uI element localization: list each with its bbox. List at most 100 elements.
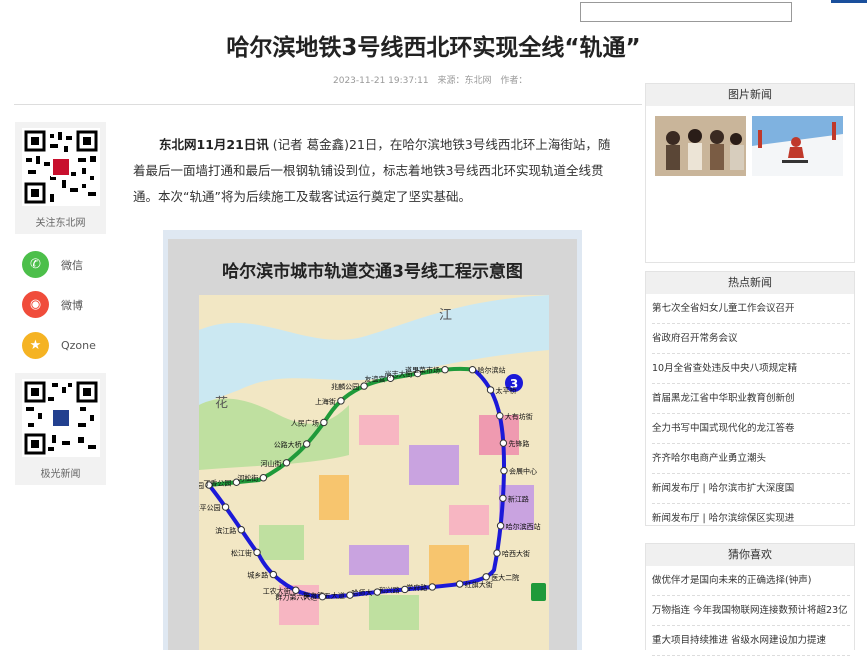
station-label: 大有坊街 — [505, 412, 533, 421]
station-marker — [441, 366, 449, 374]
share-wechat-button[interactable]: ✆ 微信 — [22, 251, 83, 278]
station-label: 上海街 — [315, 397, 336, 406]
divider — [14, 104, 642, 105]
station-marker — [496, 522, 505, 530]
hot-news-item[interactable]: 10月全省查处违反中央八项规定精 — [652, 354, 850, 384]
station-label: 新江路 — [508, 494, 529, 503]
recommend-item[interactable]: 万物指连 今年我国物联网连接数预计将超23亿 — [652, 596, 850, 626]
follow-caption: 关注东北网 — [35, 218, 86, 229]
station-marker — [221, 503, 230, 511]
station-label: 公路大桥 — [274, 440, 302, 449]
hot-news-item[interactable]: 第七次全省妇女儿童工作会议召开 — [652, 294, 850, 324]
station-marker — [259, 474, 268, 482]
wechat-icon: ✆ — [22, 251, 49, 278]
article-body: 东北网11月21日讯 (记者 葛金鑫)21日，在哈尔滨地铁3号线西北环上海街站，… — [133, 132, 613, 210]
station-marker — [496, 412, 504, 420]
station-label: 红旗大街 — [465, 580, 493, 589]
station-marker — [269, 570, 278, 579]
article-figure[interactable]: 哈尔滨市城市轨道交通3号线工程示意图 江 花 3 园 丁香公园 河松街 河山街 … — [163, 230, 582, 650]
station-marker — [282, 459, 291, 467]
station-marker — [401, 585, 409, 594]
share-label: 微信 — [61, 258, 83, 272]
station-label: 会展中心 — [509, 467, 537, 476]
share-weibo-button[interactable]: ◉ 微博 — [22, 291, 83, 318]
station-label: 人民广场 — [291, 418, 319, 427]
station-marker — [456, 580, 464, 588]
station-label: 哈西大街 — [502, 549, 530, 558]
train-depot-icon — [531, 583, 546, 601]
station-label: 先锋路 — [508, 439, 529, 448]
river-label: 江 — [439, 308, 452, 323]
station-label: 太平桥 — [496, 386, 517, 395]
station-marker — [499, 439, 508, 447]
follow-qr-card: 关注东北网 — [15, 122, 106, 234]
hot-news-item[interactable]: 省政府召开常务会议 — [652, 324, 850, 354]
station-label: 道里菜市场 — [405, 366, 440, 375]
station-marker — [302, 440, 311, 448]
app-caption: 极光新闻 — [40, 469, 81, 480]
station-marker — [346, 591, 354, 599]
station-marker — [253, 548, 261, 557]
article-source: 来源：东北网 — [437, 76, 492, 86]
station-marker — [428, 583, 436, 591]
hot-news-item[interactable]: 首届黑龙江省中华职业教育创新创 — [652, 384, 850, 414]
station-marker — [500, 467, 508, 475]
station-label: 丁香公园 — [203, 478, 231, 487]
station-marker — [468, 366, 477, 374]
station-label: 兆麟公园 — [331, 382, 359, 391]
station-marker — [292, 586, 300, 594]
weibo-icon: ◉ — [22, 291, 49, 318]
hot-news-item[interactable]: 全力书写中国式现代化的龙江答卷 — [652, 414, 850, 444]
station-label: 哈尔滨站 — [477, 366, 505, 375]
station-label: 滨江路 — [215, 526, 236, 535]
photo-news-image[interactable] — [655, 116, 746, 176]
recommend-item[interactable]: 做优伴才是国向未来的正确选择(钟声) — [652, 566, 850, 596]
photo-news-title: 图片新闻 — [646, 84, 854, 106]
station-marker — [237, 526, 245, 534]
station-label: 医大二院 — [491, 573, 519, 582]
station-marker — [318, 592, 327, 601]
app-qr-card: 极光新闻 — [15, 373, 106, 485]
share-qzone-button[interactable]: ★ Qzone — [22, 332, 96, 359]
map-image: 哈尔滨市城市轨道交通3号线工程示意图 江 花 3 园 丁香公园 河松街 河山街 … — [168, 239, 577, 650]
station-label: 哈师大 — [351, 588, 372, 597]
map-title: 哈尔滨市城市轨道交通3号线工程示意图 — [222, 262, 523, 282]
station-marker — [337, 397, 345, 405]
station-label: 和兴路 — [379, 585, 400, 594]
qr-code-icon — [21, 128, 100, 206]
article-meta: 2023-11-21 19:37:11 来源：东北网 作者： — [333, 73, 533, 86]
station-label: 河松街 — [237, 474, 258, 483]
hot-news-box: 热点新闻 第七次全省妇女儿童工作会议召开 省政府召开常务会议 10月全省查处违反… — [645, 271, 855, 526]
article-lead: 东北网11月21日讯 — [159, 137, 269, 152]
hot-news-item[interactable]: 新闻发布厅 | 哈尔滨综保区实现进 — [652, 504, 850, 533]
recommend-item[interactable]: 重大项目持续推进 省级水网建设加力提速 — [652, 626, 850, 656]
station-label: 友谊宫 — [364, 374, 385, 383]
search-input[interactable] — [580, 2, 792, 22]
photo-news-image[interactable] — [752, 116, 843, 176]
share-label: Qzone — [61, 339, 96, 352]
recommend-box: 猜你喜欢 做优伴才是国向未来的正确选择(钟声) 万物指连 今年我国物联网连接数预… — [645, 543, 855, 656]
hot-news-item[interactable]: 新闻发布厅 | 哈尔滨市扩大深度国 — [652, 474, 850, 504]
station-label: 太平公园 — [199, 503, 221, 512]
station-marker — [320, 418, 328, 427]
article-datetime: 2023-11-21 19:37:11 — [333, 76, 429, 86]
station-marker — [499, 494, 507, 502]
hot-news-title: 热点新闻 — [646, 272, 854, 294]
station-label: 城乡路 — [247, 571, 268, 580]
qzone-icon: ★ — [22, 332, 49, 359]
recommend-title: 猜你喜欢 — [646, 544, 854, 566]
station-marker — [360, 382, 368, 390]
station-label: 工农大街 — [263, 586, 291, 595]
station-label: 河山街 — [261, 459, 282, 468]
station-marker — [493, 549, 501, 557]
station-marker — [482, 573, 490, 581]
river-label: 花 — [215, 395, 228, 411]
station-marker — [373, 588, 382, 596]
share-label: 微博 — [61, 298, 83, 312]
hot-news-item[interactable]: 齐齐哈尔电商产业勇立潮头 — [652, 444, 850, 474]
station-label: 哈尔滨西站 — [506, 522, 541, 531]
article-title: 哈尔滨地铁3号线西北环实现全线“轨通” — [226, 35, 641, 61]
qr-code-icon — [21, 379, 100, 457]
station-label: 松江街 — [231, 548, 252, 557]
station-marker — [486, 386, 495, 394]
